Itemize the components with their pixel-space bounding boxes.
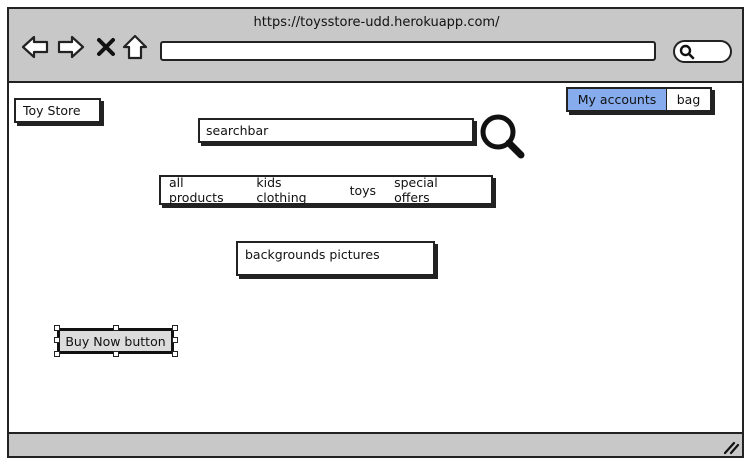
selection-handle[interactable] [54,337,60,343]
bag-button[interactable]: bag [667,89,710,110]
url-text: https://toysstore-udd.herokuapp.com/ [253,15,500,30]
selection-handle[interactable] [172,351,178,357]
nav-item-special-offers[interactable]: special offers [394,175,473,205]
nav-item-all-products[interactable]: all products [169,175,238,205]
selection-handle[interactable] [113,325,119,331]
search-input[interactable]: searchbar [198,118,474,143]
close-icon[interactable] [95,33,117,61]
browser-search-field[interactable] [673,40,732,63]
forward-arrow-icon[interactable] [56,33,86,61]
home-icon[interactable] [122,33,148,61]
selection-handle[interactable] [172,337,178,343]
search-icon [679,44,695,60]
category-nav: all products kids clothing toys special … [159,175,493,205]
address-bar[interactable] [160,41,656,61]
back-arrow-icon[interactable] [20,33,50,61]
selection-handle[interactable] [54,325,60,331]
background-pictures-placeholder: backgrounds pictures [236,241,435,276]
nav-item-toys[interactable]: toys [350,183,376,198]
selection-handle[interactable] [172,325,178,331]
resize-grip-icon[interactable] [722,439,740,455]
nav-item-kids-clothing[interactable]: kids clothing [256,175,331,205]
selection-handle[interactable] [54,351,60,357]
status-bar [7,432,744,458]
site-logo[interactable]: Toy Store [14,98,101,123]
selection-handle[interactable] [113,351,119,357]
account-bar: My accounts bag [566,87,712,112]
my-accounts-button[interactable]: My accounts [568,89,667,110]
magnifier-icon[interactable] [478,112,526,160]
